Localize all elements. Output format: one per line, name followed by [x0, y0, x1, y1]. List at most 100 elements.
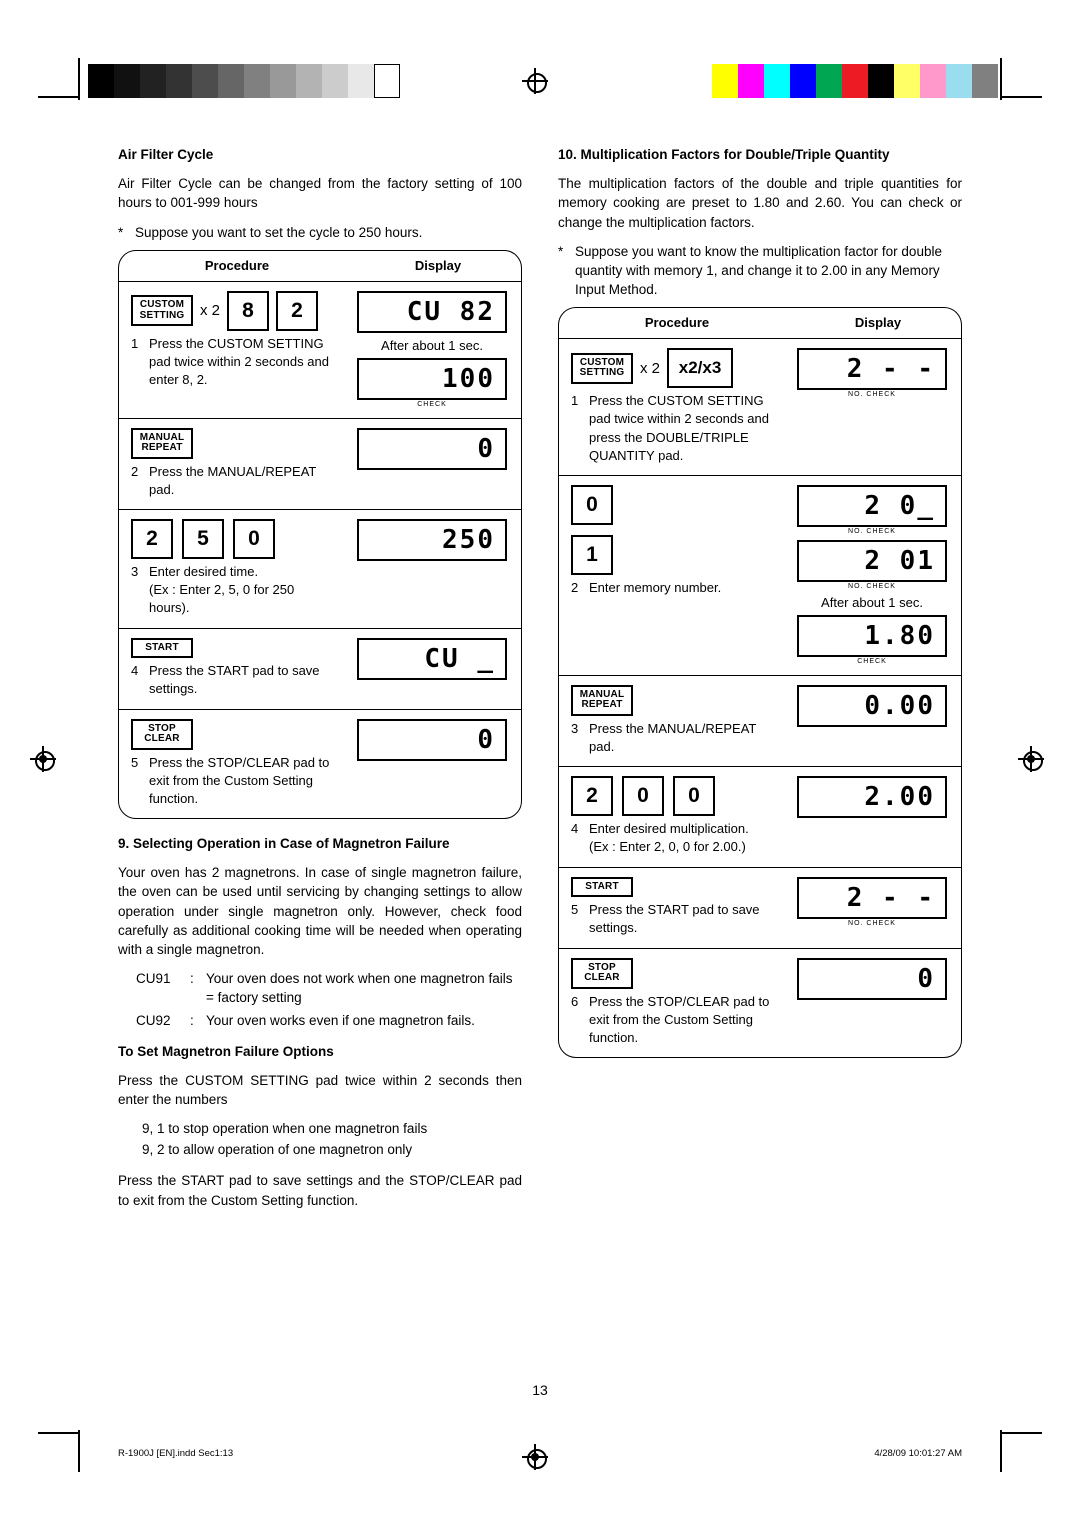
key-group: CUSTOM SETTING x 2 x2/x3	[571, 348, 775, 389]
step-text: Enter memory number.	[589, 579, 722, 595]
lcd-display: CU 82	[357, 290, 507, 333]
number-key-0[interactable]: 0	[233, 519, 275, 560]
step: 3 Enter desired time. (Ex : Enter 2, 5, …	[131, 563, 335, 618]
key-group: 2 0 0	[571, 776, 775, 817]
magnetron-code-text: Your oven works even if one magnetron fa…	[206, 1013, 475, 1029]
table-row: 2 5 0 3 Enter desired time. (Ex : Enter …	[119, 510, 521, 629]
procedure-cell: START 5 Press the START pad to save sett…	[559, 868, 783, 948]
header-procedure: Procedure	[644, 315, 710, 331]
lcd-label-no-check: NO. CHECK	[848, 527, 896, 535]
step-text: Press the STOP/CLEAR pad to exit from th…	[589, 993, 770, 1045]
air-filter-example: * Suppose you want to set the cycle to 2…	[118, 223, 522, 242]
table-row: 0 1 2 Enter memory number. 2 0_ NO. CHEC…	[559, 476, 961, 676]
procedure-cell: MANUAL REPEAT 3 Press the MANUAL/REPEAT …	[559, 676, 783, 766]
magnetron-paragraph: Your oven has 2 magnetrons. In case of s…	[118, 865, 522, 957]
lcd-display-group: 1.80 CHECK	[797, 614, 947, 665]
display-cell: 2.00	[783, 767, 961, 866]
stop-clear-pad[interactable]: STOP CLEAR	[571, 957, 633, 989]
procedure-cell: 2 5 0 3 Enter desired time. (Ex : Enter …	[119, 510, 343, 628]
step-number: 2	[131, 463, 139, 479]
right-column: 10. Multiplication Factors for Double/Tr…	[558, 146, 962, 1059]
table-header: Procedure Display	[119, 251, 521, 282]
number-key-2[interactable]: 2	[571, 776, 613, 817]
procedure-cell: MANUAL REPEAT 2 Press the MANUAL/REPEAT …	[119, 419, 343, 509]
key-group: 2 5 0	[131, 519, 335, 560]
multiplier-label: x 2	[200, 302, 221, 320]
magnetron-code-row: CU91 : Your oven does not work when one …	[118, 969, 522, 1007]
magnetron-option-2: 9, 2 to allow operation of one magnetron…	[142, 1142, 413, 1158]
magnetron-code-row: CU92 : Your oven works even if one magne…	[118, 1011, 522, 1030]
display-cell: 2 - - NO. CHECK	[783, 339, 961, 475]
step-text: Press the START pad to save settings.	[589, 902, 760, 936]
lcd-display-group: 100 CHECK	[357, 357, 507, 408]
step-text: Press the START pad to save settings.	[149, 663, 320, 697]
lcd-display: CU _	[357, 637, 507, 680]
number-key-0[interactable]: 0	[622, 776, 664, 817]
step: 1 Press the CUSTOM SETTING pad twice wit…	[571, 392, 775, 465]
multiplication-intro: The multiplication factors of the double…	[558, 176, 962, 230]
footer-file-name: R-1900J [EN].indd Sec1:13	[118, 1448, 234, 1459]
key-group: MANUAL REPEAT	[571, 684, 775, 716]
step-number: 5	[571, 902, 579, 918]
step-number: 4	[131, 663, 139, 679]
table-row: STOP CLEAR 5 Press the STOP/CLEAR pad to…	[119, 710, 521, 819]
key-group: 0 1	[571, 484, 775, 575]
key-group: STOP CLEAR	[571, 957, 775, 989]
multiplier-label: x 2	[640, 359, 661, 377]
lcd-display-group: 2 - - NO. CHECK	[797, 348, 947, 398]
table-row: MANUAL REPEAT 2 Press the MANUAL/REPEAT …	[119, 419, 521, 511]
lcd-display: 0.00	[797, 684, 947, 727]
double-triple-quantity-pad[interactable]: x2/x3	[667, 348, 734, 389]
key-group: CUSTOM SETTING x 2 8 2	[131, 290, 335, 331]
registration-mark-bottom	[522, 1444, 548, 1470]
number-key-2[interactable]: 2	[276, 290, 319, 331]
custom-setting-pad[interactable]: CUSTOM SETTING	[131, 295, 193, 327]
display-cell: 2 0_ NO. CHECK 2 01 NO. CHECK After abou…	[783, 476, 961, 675]
lcd-display: 250	[357, 519, 507, 562]
step-text: Enter desired time.	[149, 564, 259, 580]
table-row: START 4 Press the START pad to save sett…	[119, 629, 521, 710]
magnetron-code: CU92	[136, 1013, 171, 1029]
step-number: 1	[131, 335, 139, 351]
step: 6 Press the STOP/CLEAR pad to exit from …	[571, 993, 775, 1048]
step-number: 4	[571, 821, 579, 837]
lcd-label-no-check: NO. CHECK	[848, 919, 896, 927]
registration-mark-top	[522, 68, 548, 94]
table-header: Procedure Display	[559, 308, 961, 340]
stop-clear-pad[interactable]: STOP CLEAR	[131, 718, 193, 750]
header-display: Display	[854, 315, 902, 331]
number-key-0[interactable]: 0	[673, 776, 715, 817]
start-pad[interactable]: START	[131, 637, 193, 659]
start-pad[interactable]: START	[571, 876, 633, 898]
procedure-cell: START 4 Press the START pad to save sett…	[119, 629, 343, 709]
page-number: 13	[532, 1382, 548, 1398]
step-text: Press the STOP/CLEAR pad to exit from th…	[149, 754, 330, 806]
step-subtext: (Ex : Enter 2, 0, 0 for 2.00.)	[589, 839, 746, 855]
lcd-label-check: CHECK	[417, 400, 447, 408]
custom-setting-pad[interactable]: CUSTOM SETTING	[571, 352, 633, 384]
step: 5 Press the STOP/CLEAR pad to exit from …	[131, 754, 335, 809]
number-key-5[interactable]: 5	[182, 519, 224, 560]
lcd-display-group: 2 - - NO. CHECK	[797, 876, 947, 927]
step-text: Press the MANUAL/REPEAT pad.	[149, 463, 317, 497]
header-display: Display	[414, 257, 462, 273]
step-number: 3	[131, 564, 139, 580]
magnetron-closing: Press the START pad to save settings and…	[118, 1173, 522, 1208]
procedure-cell: CUSTOM SETTING x 2 x2/x3 1 Press the CUS…	[559, 339, 783, 475]
lcd-display: 2 0_	[797, 484, 947, 527]
number-key-1[interactable]: 1	[571, 534, 613, 575]
number-key-2[interactable]: 2	[131, 519, 173, 560]
number-key-0[interactable]: 0	[571, 484, 613, 525]
lcd-display: 1.80	[797, 614, 947, 657]
lcd-display: 2 - -	[797, 876, 947, 919]
color-bar	[712, 64, 998, 98]
step-text: Enter desired multiplication.	[589, 821, 749, 837]
air-filter-intro: Air Filter Cycle can be changed from the…	[118, 176, 522, 211]
step-number: 5	[131, 754, 139, 770]
lcd-display: 0	[357, 427, 507, 470]
display-cell: 250	[343, 510, 521, 628]
manual-repeat-pad[interactable]: MANUAL REPEAT	[571, 684, 633, 716]
step: 2 Enter memory number.	[571, 579, 775, 597]
number-key-8[interactable]: 8	[227, 290, 270, 331]
manual-repeat-pad[interactable]: MANUAL REPEAT	[131, 427, 193, 459]
